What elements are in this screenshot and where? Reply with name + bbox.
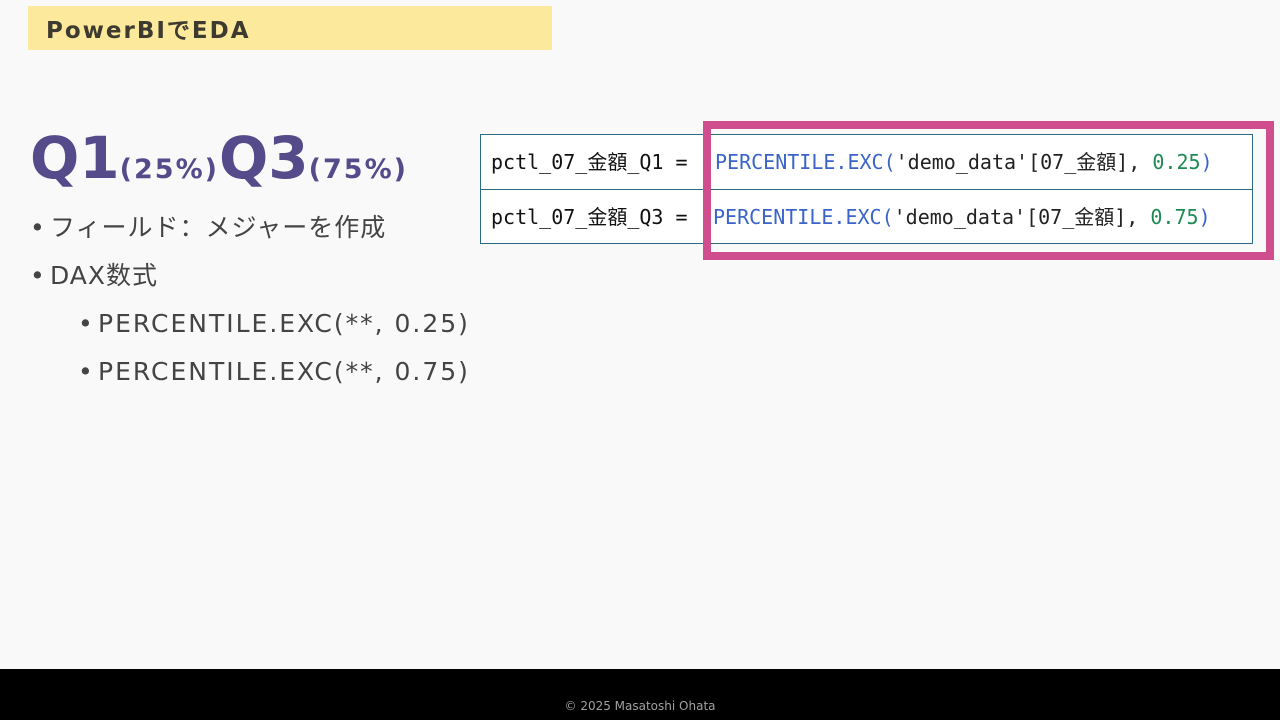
formula-separator: , — [1126, 205, 1151, 229]
bullet-text: DAX数式 — [50, 261, 159, 290]
formula-separator: , — [1128, 150, 1153, 174]
formula-table: 'demo_data' — [895, 150, 1029, 174]
formula-value: 0.25 — [1152, 150, 1201, 174]
formula-expression: PERCENTILE.EXC('demo_data'[07_金額], 0.25) — [715, 135, 1213, 189]
copyright-text: © 2025 Masatoshi Ohata — [564, 699, 716, 713]
formula-function: PERCENTILE.EXC( — [715, 150, 896, 174]
dax-formula-row: pctl_07_金額_Q1 = PERCENTILE.EXC('demo_dat… — [481, 135, 1252, 189]
formula-table: 'demo_data' — [893, 205, 1027, 229]
formula-function: PERCENTILE.EXC( — [713, 205, 894, 229]
sub-bullet-item: • PERCENTILE.EXC(**, 0.25) — [30, 300, 470, 348]
formula-column: [07_金額] — [1028, 150, 1129, 174]
footer-bar: © 2025 Masatoshi Ohata — [0, 669, 1280, 720]
formula-close: ) — [1200, 150, 1213, 174]
bullet-dot: • — [78, 357, 95, 386]
formula-value: 0.75 — [1150, 205, 1199, 229]
bullet-item: • DAX数式 — [30, 252, 470, 300]
bullet-dot: • — [30, 213, 46, 242]
bullet-item: • フィールド：メジャーを作成 — [30, 204, 470, 252]
sub-bullet-text: PERCENTILE.EXC(**, 0.25) — [98, 309, 470, 338]
formula-expression: PERCENTILE.EXC('demo_data'[07_金額], 0.75) — [713, 190, 1211, 244]
quartile-heading: Q1 (25%) Q3 (75%) — [30, 122, 408, 194]
heading-q1: Q1 — [30, 124, 120, 192]
bullet-text: フィールド：メジャーを作成 — [50, 213, 387, 242]
bullet-dot: • — [30, 261, 46, 290]
sub-bullet-text: PERCENTILE.EXC(**, 0.75) — [98, 357, 470, 386]
formula-column: [07_金額] — [1026, 205, 1127, 229]
measure-name: pctl_07_金額_Q3 = — [491, 205, 688, 229]
heading-q3-percent: (75%) — [308, 154, 408, 185]
sub-bullet-item: • PERCENTILE.EXC(**, 0.75) — [30, 348, 470, 396]
heading-q1-percent: (25%) — [119, 154, 219, 185]
formula-close: ) — [1198, 205, 1211, 229]
bullet-dot: • — [78, 309, 95, 338]
slide-title: PowerBIでEDA — [46, 18, 251, 44]
dax-formula-row: pctl_07_金額_Q3 = PERCENTILE.EXC('demo_dat… — [481, 189, 1252, 243]
slide-title-bar: PowerBIでEDA — [28, 6, 552, 50]
dax-formula-screenshot: pctl_07_金額_Q1 = PERCENTILE.EXC('demo_dat… — [480, 134, 1253, 244]
heading-q3: Q3 — [218, 124, 309, 192]
measure-name: pctl_07_金額_Q1 = — [491, 150, 688, 174]
bullet-list: • フィールド：メジャーを作成 • DAX数式 • PERCENTILE.EXC(**… — [30, 204, 470, 396]
